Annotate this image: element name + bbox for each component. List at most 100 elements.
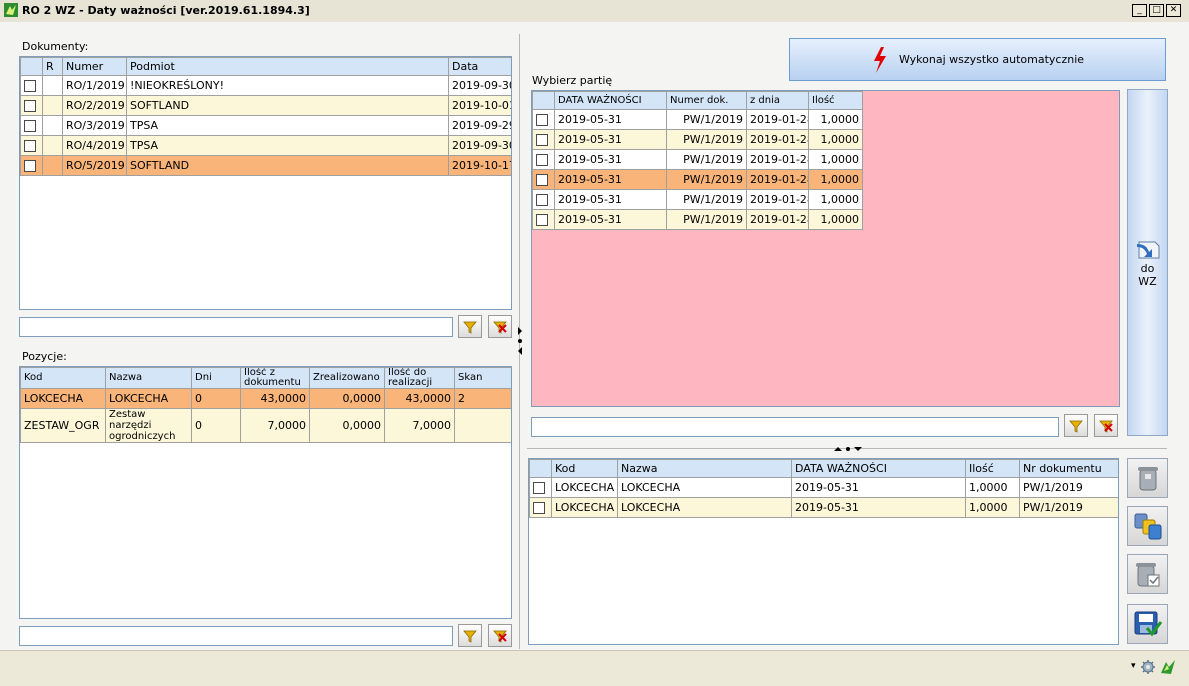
col-header-z-dnia[interactable]: z dnia <box>746 91 809 110</box>
table-row[interactable]: 2019-05-31 PW/1/2019 2019-01-28 1,0000 <box>532 129 863 150</box>
cell-podmiot: SOFTLAND <box>126 95 449 116</box>
cell-numer: RO/3/2019 <box>62 115 127 136</box>
col-header-numer[interactable]: Numer <box>62 57 127 76</box>
documents-clear-filter-button[interactable] <box>488 315 512 338</box>
items-filter-input[interactable] <box>19 626 453 646</box>
cell-ilosc: 1,0000 <box>808 189 863 210</box>
row-checkbox[interactable] <box>24 120 36 132</box>
table-row[interactable]: RO/4/2019 TPSA 2019-09-30 <box>20 135 511 156</box>
row-checkbox[interactable] <box>533 502 545 514</box>
batch-clear-filter-button[interactable] <box>1094 414 1118 437</box>
table-row-selected[interactable]: LOKCECHA LOKCECHA 0 43,0000 0,0000 43,00… <box>20 388 511 409</box>
documents-filter-input[interactable] <box>19 317 453 337</box>
col-header-data[interactable]: Data <box>448 57 511 76</box>
cell-zrealizowano: 0,0000 <box>309 408 385 443</box>
dropdown-arrow-icon[interactable]: ▾ <box>1131 661 1136 671</box>
col-header-check[interactable] <box>529 459 552 478</box>
row-checkbox[interactable] <box>536 134 548 146</box>
close-button[interactable]: ✕ <box>1166 4 1181 17</box>
col-header-nazwa[interactable]: Nazwa <box>617 459 792 478</box>
cell-numer-dok: PW/1/2019 <box>666 129 747 150</box>
col-header-podmiot[interactable]: Podmiot <box>126 57 449 76</box>
col-header-kod[interactable]: Kod <box>551 459 618 478</box>
table-row[interactable]: RO/1/2019 !NIEOKREŚLONY! 2019-09-30 <box>20 75 511 96</box>
cell-data-waznosci: 2019-05-31 <box>554 189 667 210</box>
table-row[interactable]: LOKCECHA LOKCECHA 2019-05-31 1,0000 PW/1… <box>529 477 1118 498</box>
items-clear-filter-button[interactable] <box>488 624 512 647</box>
col-header-check[interactable] <box>20 57 43 76</box>
filter-icon <box>463 321 477 334</box>
wz-lines-grid[interactable]: Kod Nazwa DATA WAŻNOŚCI Ilość Nr dokumen… <box>528 458 1119 645</box>
clear-filter-icon <box>493 630 507 643</box>
row-checkbox[interactable] <box>533 482 545 494</box>
row-checkbox[interactable] <box>536 214 548 226</box>
maximize-button[interactable]: □ <box>1149 4 1164 17</box>
table-row[interactable]: 2019-05-31 PW/1/2019 2019-01-28 1,0000 <box>532 149 863 170</box>
minimize-button[interactable]: _ <box>1132 4 1147 17</box>
cell-kod: ZESTAW_OGR <box>20 408 106 443</box>
table-row[interactable]: LOKCECHA LOKCECHA 2019-05-31 1,0000 PW/1… <box>529 497 1118 518</box>
col-header-kod[interactable]: Kod <box>20 367 106 389</box>
to-wz-button[interactable]: do WZ <box>1127 89 1168 436</box>
delete-checked-button[interactable] <box>1127 554 1168 594</box>
cell-data-waznosci: 2019-05-31 <box>791 497 966 518</box>
row-checkbox[interactable] <box>24 160 36 172</box>
col-header-ilosc[interactable]: Ilość <box>808 91 863 110</box>
table-row[interactable]: 2019-05-31 PW/1/2019 2019-01-28 1,0000 <box>532 209 863 230</box>
col-header-zrealizowano[interactable]: Zrealizowano <box>309 367 385 389</box>
cell-data-waznosci: 2019-05-31 <box>554 149 667 170</box>
batch-filter-input[interactable] <box>531 417 1059 437</box>
col-header-numer-dok[interactable]: Numer dok. <box>666 91 747 110</box>
table-row[interactable]: RO/3/2019 TPSA 2019-09-29 <box>20 115 511 136</box>
row-checkbox[interactable] <box>536 174 548 186</box>
row-checkbox[interactable] <box>24 100 36 112</box>
cell-numer-dok: PW/1/2019 <box>666 149 747 170</box>
batch-grid[interactable]: DATA WAŻNOŚCI Numer dok. z dnia Ilość 20… <box>531 90 1120 407</box>
col-header-r[interactable]: R <box>42 57 63 76</box>
col-header-data-waznosci[interactable]: DATA WAŻNOŚCI <box>554 91 667 110</box>
col-header-ilosc[interactable]: Ilość <box>965 459 1020 478</box>
auto-execute-button[interactable]: Wykonaj wszystko automatycznie <box>789 38 1166 81</box>
filter-icon <box>463 630 477 643</box>
table-row[interactable]: 2019-05-31 PW/1/2019 2019-01-28 1,0000 <box>532 109 863 130</box>
save-button[interactable] <box>1127 604 1168 644</box>
table-row-selected[interactable]: 2019-05-31 PW/1/2019 2019-01-28 1,0000 <box>532 169 863 190</box>
table-row-selected[interactable]: RO/5/2019 SOFTLAND 2019-10-17 <box>20 155 511 176</box>
row-checkbox[interactable] <box>24 80 36 92</box>
documents-filter-button[interactable] <box>458 315 482 338</box>
cell-zrealizowano: 0,0000 <box>309 388 385 409</box>
delete-button[interactable] <box>1127 458 1168 498</box>
col-header-nazwa[interactable]: Nazwa <box>105 367 192 389</box>
row-checkbox[interactable] <box>536 114 548 126</box>
col-header-dni[interactable]: Dni <box>191 367 241 389</box>
splitter-arrows-icon[interactable] <box>516 325 524 357</box>
cell-numer-dok: PW/1/2019 <box>666 109 747 130</box>
col-header-skan[interactable]: Skan <box>454 367 511 389</box>
cell-kod: LOKCECHA <box>20 388 106 409</box>
gear-icon[interactable] <box>1140 659 1156 675</box>
items-filter-button[interactable] <box>458 624 482 647</box>
documents-grid[interactable]: R Numer Podmiot Data RO/1/2019 !NIEOKREŚ… <box>19 56 512 310</box>
col-header-nr-dokumentu[interactable]: Nr dokumentu <box>1019 459 1118 478</box>
cell-kod: LOKCECHA <box>551 477 618 498</box>
app-logo-icon[interactable] <box>1160 659 1176 675</box>
row-checkbox[interactable] <box>536 194 548 206</box>
col-header-data-waznosci[interactable]: DATA WAŻNOŚCI <box>791 459 966 478</box>
col-header-ilosc-do[interactable]: Ilość do realizacji <box>384 367 455 389</box>
row-checkbox[interactable] <box>536 154 548 166</box>
table-row[interactable]: ZESTAW_OGR Zestaw narzędzi ogrodniczych … <box>20 408 511 443</box>
col-header-check[interactable] <box>532 91 555 110</box>
splitter-arrows-icon[interactable] <box>832 445 864 453</box>
cell-data: 2019-09-30 <box>448 135 511 156</box>
batch-label: Wybierz partię <box>532 74 613 87</box>
row-checkbox[interactable] <box>24 140 36 152</box>
items-grid[interactable]: Kod Nazwa Dni Ilość z dokumentu Zrealizo… <box>19 366 512 619</box>
table-row[interactable]: 2019-05-31 PW/1/2019 2019-01-28 1,0000 <box>532 189 863 210</box>
delete-all-button[interactable] <box>1127 506 1168 546</box>
batch-filter-button[interactable] <box>1064 414 1088 437</box>
cell-data-waznosci: 2019-05-31 <box>554 129 667 150</box>
trash-icon <box>1137 467 1158 491</box>
cell-podmiot: TPSA <box>126 135 449 156</box>
col-header-ilosc-z[interactable]: Ilość z dokumentu <box>240 367 310 389</box>
table-row[interactable]: RO/2/2019 SOFTLAND 2019-10-01 <box>20 95 511 116</box>
